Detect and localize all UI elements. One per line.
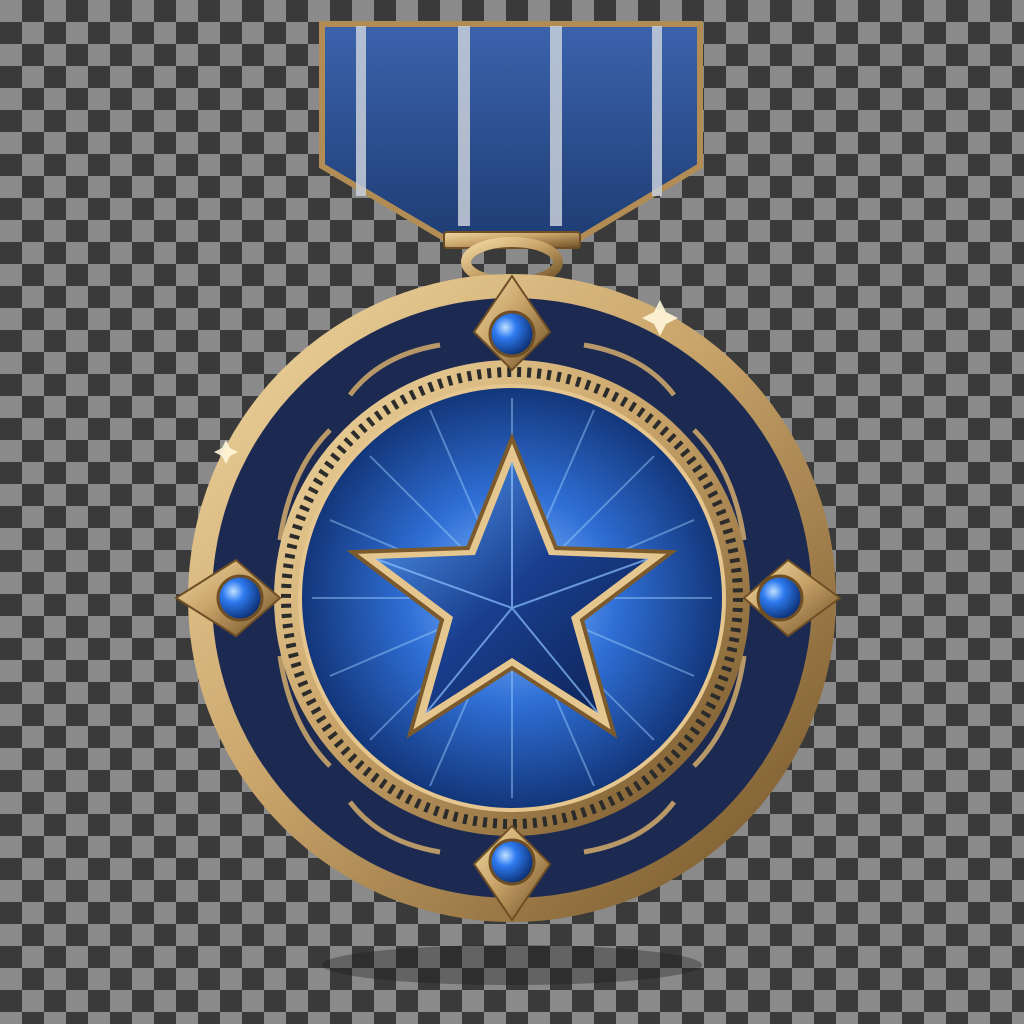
ribbon-stripe (356, 26, 366, 196)
ribbon-stripe (652, 26, 662, 196)
ribbon-stripe (550, 26, 562, 226)
medal-shadow (322, 945, 702, 985)
medal-artwork (174, 21, 842, 985)
ribbon (319, 21, 703, 287)
ribbon-stripe (458, 26, 470, 226)
